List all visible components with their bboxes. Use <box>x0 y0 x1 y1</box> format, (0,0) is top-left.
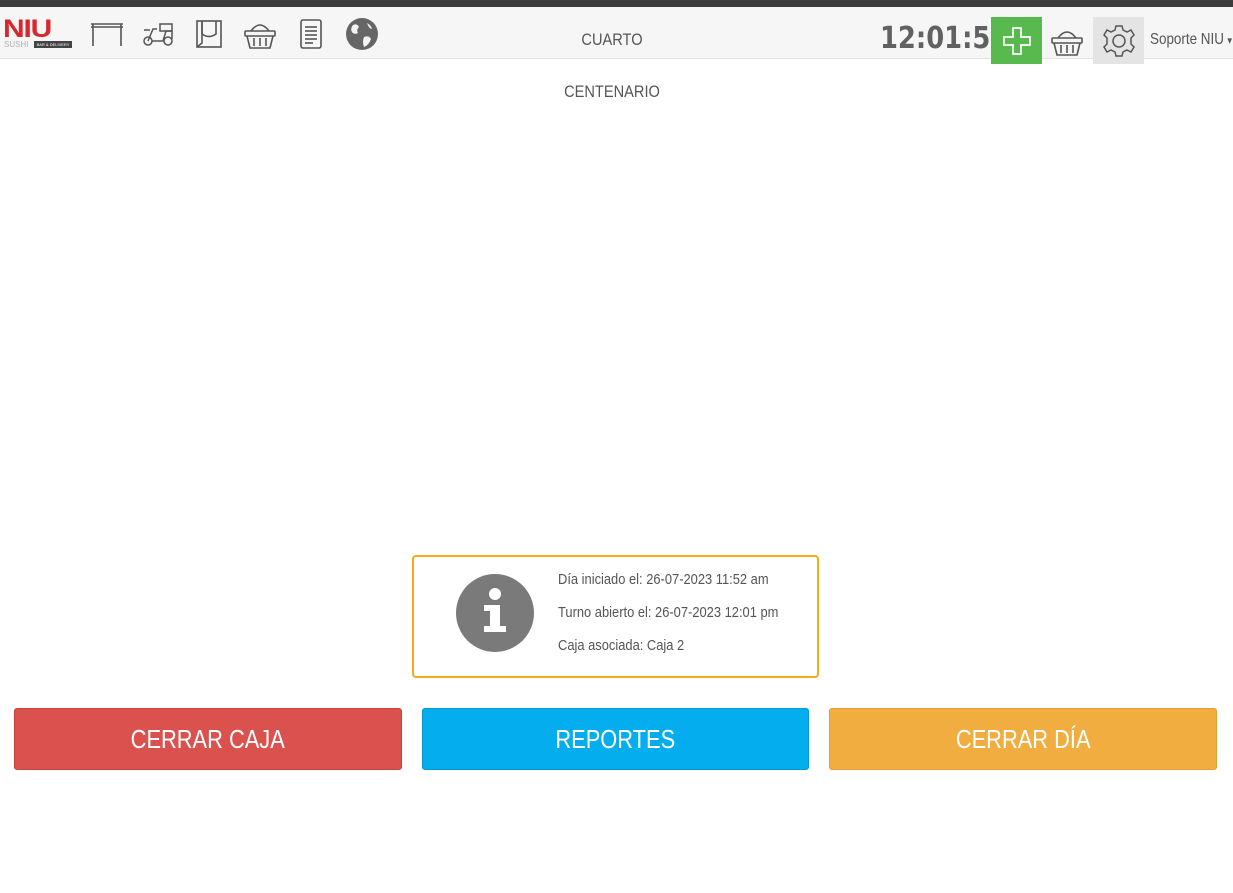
top-navbar: NIU SUSHI BAR & DELIVERY CUARTO CENTENAR… <box>0 7 1233 101</box>
plus-icon <box>1002 26 1031 55</box>
close-day-button[interactable]: CERRAR DÍA <box>829 708 1217 770</box>
chevron-down-icon: ▾ <box>1227 35 1232 47</box>
shift-opened-text: Turno abierto el: 26-07-2023 12:01 pm <box>558 604 779 621</box>
info-lines: Día iniciado el: 26-07-2023 11:52 am Tur… <box>558 565 818 664</box>
table-icon[interactable] <box>89 16 125 52</box>
user-menu[interactable]: Soporte NIU ▾ <box>1150 14 1232 66</box>
logo-text: NIU <box>3 15 52 43</box>
niu-logo[interactable]: NIU SUSHI BAR & DELIVERY <box>3 17 73 51</box>
register-text: Caja asociada: Caja 2 <box>558 637 685 654</box>
basket-icon[interactable] <box>242 16 278 52</box>
add-button[interactable] <box>991 17 1042 64</box>
user-name: Soporte NIU <box>1150 31 1224 48</box>
reports-button[interactable]: REPORTES <box>422 708 809 770</box>
settings-button[interactable] <box>1093 17 1144 64</box>
close-register-button[interactable]: CERRAR CAJA <box>14 708 402 770</box>
location-name: CUARTO CENTENARIO <box>564 30 660 101</box>
reports-label: REPORTES <box>555 723 676 754</box>
session-info-box: Día iniciado el: 26-07-2023 11:52 am Tur… <box>412 555 819 678</box>
close-day-label: CERRAR DÍA <box>955 723 1091 754</box>
delivery-scooter-icon[interactable] <box>140 16 176 52</box>
gear-icon <box>1102 24 1135 57</box>
clock: 12:01:52 <box>879 21 1009 56</box>
receipt-icon[interactable] <box>293 16 329 52</box>
logo-subtext: SUSHI <box>4 40 29 49</box>
basket-icon <box>1051 30 1083 56</box>
info-icon <box>456 574 534 652</box>
window-top-strip <box>0 0 1233 7</box>
cart-button[interactable] <box>1046 17 1088 64</box>
takeaway-bag-icon[interactable] <box>191 16 227 52</box>
close-register-label: CERRAR CAJA <box>130 723 286 754</box>
globe-icon[interactable] <box>344 16 380 52</box>
day-started-text: Día iniciado el: 26-07-2023 11:52 am <box>558 571 769 588</box>
logo-tagline: BAR & DELIVERY <box>34 41 72 48</box>
